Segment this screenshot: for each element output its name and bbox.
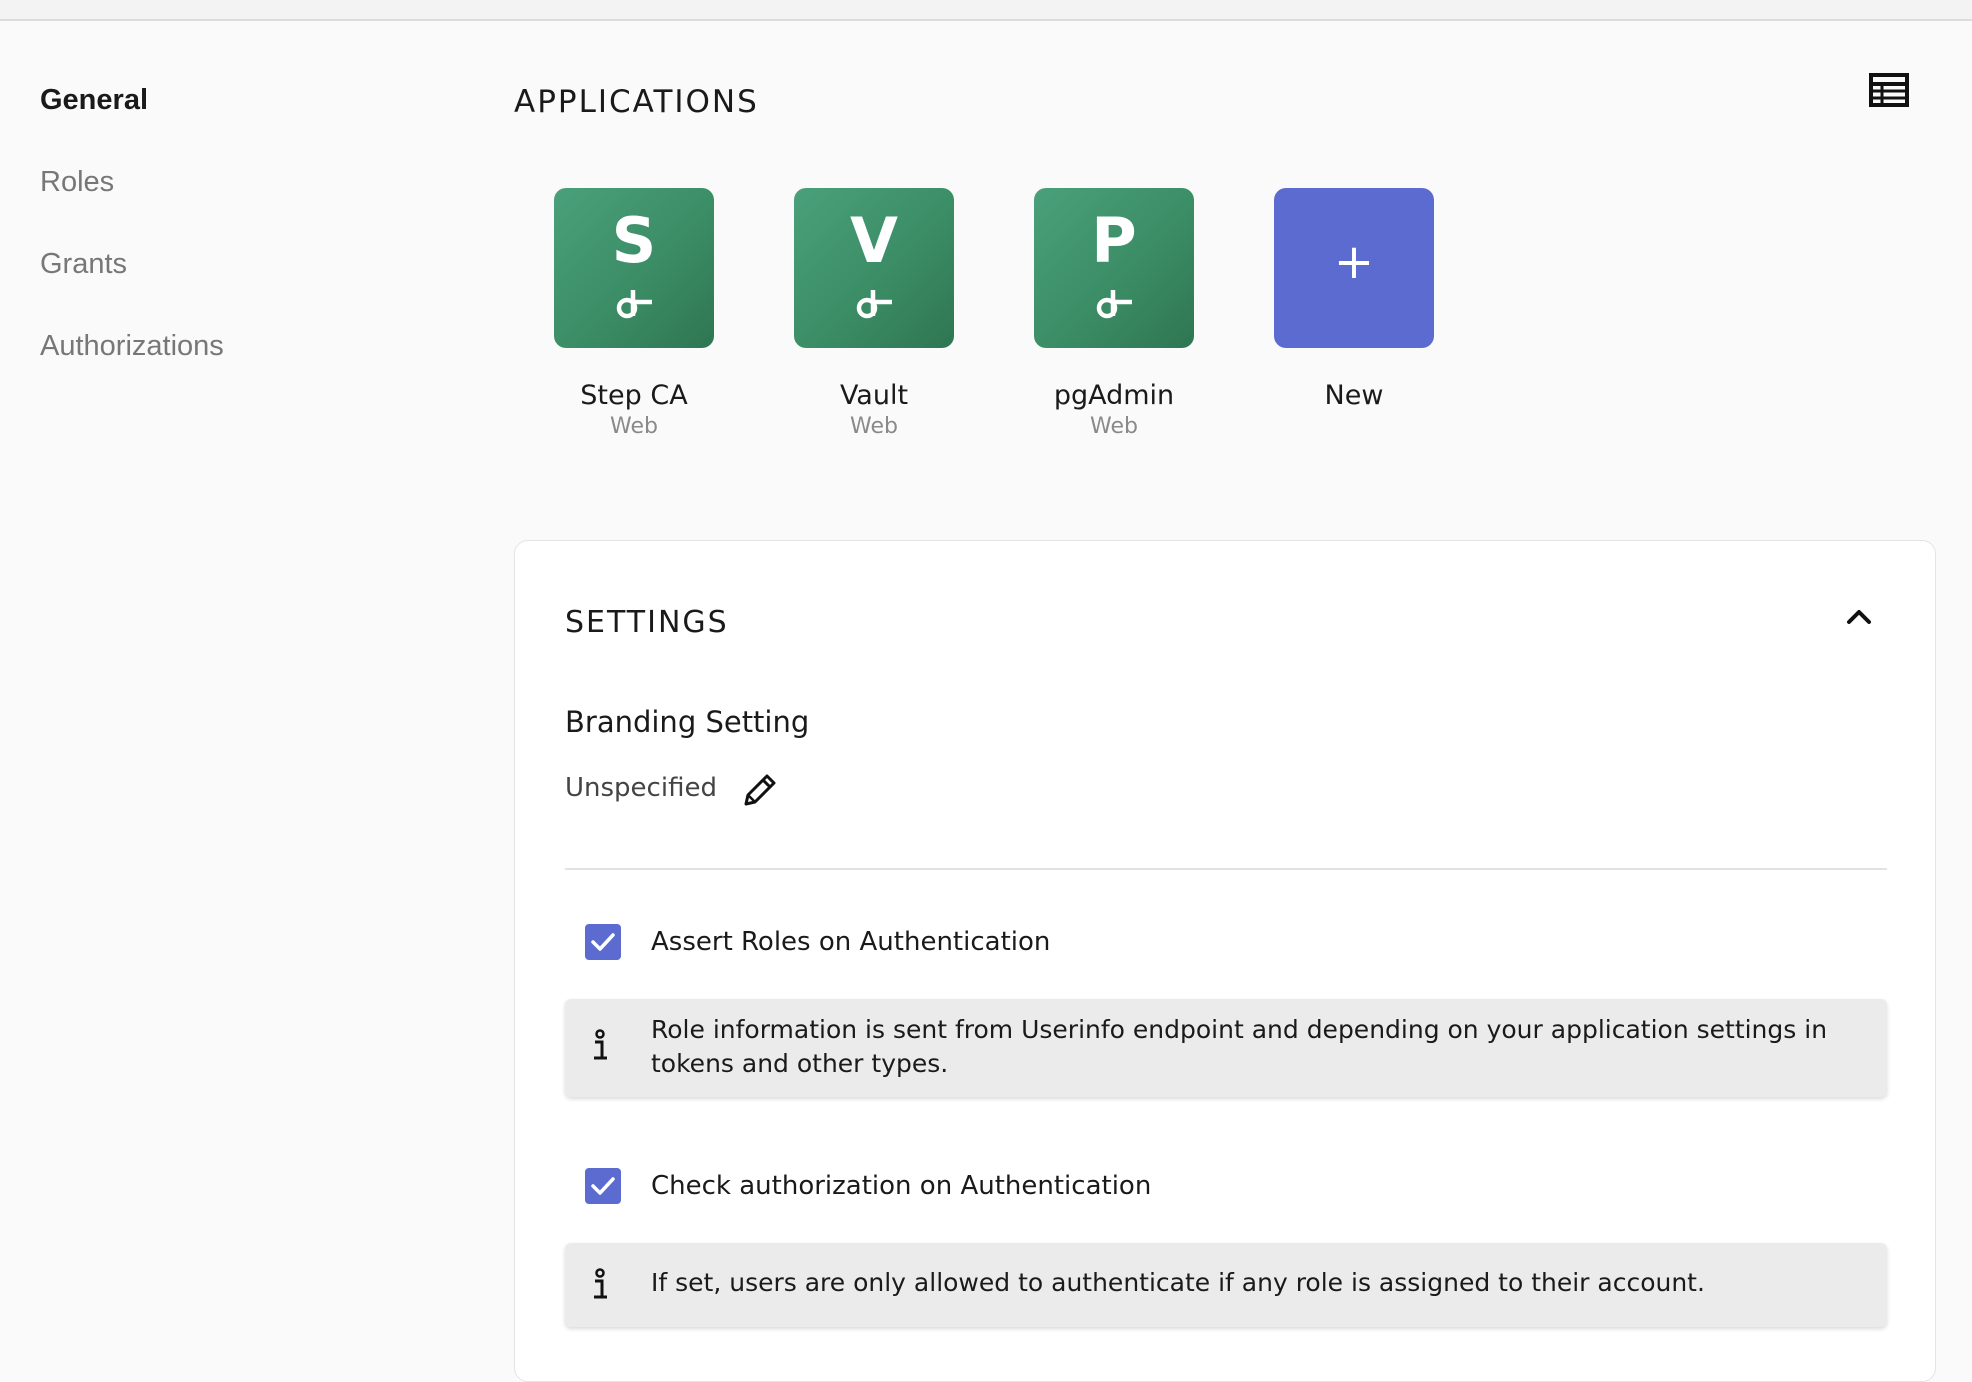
- applications-heading: APPLICATIONS: [514, 84, 759, 120]
- app-card-step-ca[interactable]: S Step CA Web: [554, 188, 714, 442]
- info-icon: [594, 1029, 607, 1060]
- app-name: Step CA: [580, 380, 688, 411]
- app-tile[interactable]: P: [1034, 188, 1194, 348]
- checkmark-icon: [591, 1177, 615, 1195]
- assert-roles-info: Role information is sent from Userinfo e…: [565, 999, 1887, 1097]
- app-tile[interactable]: V: [794, 188, 954, 348]
- table-view-button[interactable]: [1866, 70, 1914, 114]
- app-card-vault[interactable]: V Vault Web: [794, 188, 954, 442]
- app-type: Web: [610, 414, 658, 439]
- app-name: pgAdmin: [1053, 380, 1175, 411]
- assert-roles-checkbox[interactable]: [585, 924, 621, 960]
- settings-heading: SETTINGS: [565, 605, 729, 640]
- new-app-button[interactable]: +: [1274, 188, 1434, 348]
- pencil-icon: [744, 774, 776, 806]
- app-initial: P: [1091, 204, 1137, 277]
- app-type: Web: [1090, 414, 1138, 439]
- check-authorization-checkbox[interactable]: [585, 1168, 621, 1204]
- oidc-app-icon: [856, 290, 892, 319]
- app-name: Vault: [839, 380, 909, 411]
- edit-branding-button[interactable]: [737, 769, 781, 813]
- app-card-pgadmin[interactable]: P pgAdmin Web: [1034, 188, 1194, 442]
- checkmark-icon: [591, 933, 615, 951]
- table-icon: [1869, 73, 1909, 107]
- new-app-card[interactable]: + New: [1274, 188, 1434, 412]
- app-initial: S: [611, 204, 657, 277]
- info-icon: [594, 1268, 607, 1299]
- branding-setting-title: Branding Setting: [565, 705, 810, 739]
- oidc-app-icon: [1096, 290, 1132, 319]
- assert-roles-label[interactable]: Assert Roles on Authentication: [651, 926, 1050, 958]
- check-authorization-info: If set, users are only allowed to authen…: [565, 1243, 1887, 1327]
- check-authorization-label[interactable]: Check authorization on Authentication: [651, 1170, 1151, 1202]
- plus-icon: +: [1333, 234, 1375, 290]
- app-type: Web: [850, 414, 898, 439]
- oidc-app-icon: [616, 290, 652, 319]
- branding-setting-value: Unspecified: [565, 773, 717, 803]
- top-bar: [0, 0, 1972, 21]
- chevron-up-icon: [1847, 610, 1871, 624]
- divider: [565, 868, 1887, 870]
- sidebar-item-general[interactable]: General: [40, 70, 440, 152]
- new-app-label: New: [1324, 380, 1384, 411]
- app-initial: V: [850, 204, 898, 277]
- sidebar-nav: General Roles Grants Authorizations: [40, 70, 440, 398]
- sidebar-item-grants[interactable]: Grants: [40, 234, 440, 316]
- info-text: If set, users are only allowed to authen…: [651, 1268, 1705, 1297]
- sidebar-item-authorizations[interactable]: Authorizations: [40, 316, 440, 398]
- info-text: Role information is sent from Userinfo e…: [651, 1015, 1828, 1078]
- collapse-settings-button[interactable]: [1839, 597, 1879, 637]
- sidebar-item-roles[interactable]: Roles: [40, 152, 440, 234]
- app-tile[interactable]: S: [554, 188, 714, 348]
- settings-card: SETTINGS Branding Setting Unspecified As…: [514, 540, 1936, 1382]
